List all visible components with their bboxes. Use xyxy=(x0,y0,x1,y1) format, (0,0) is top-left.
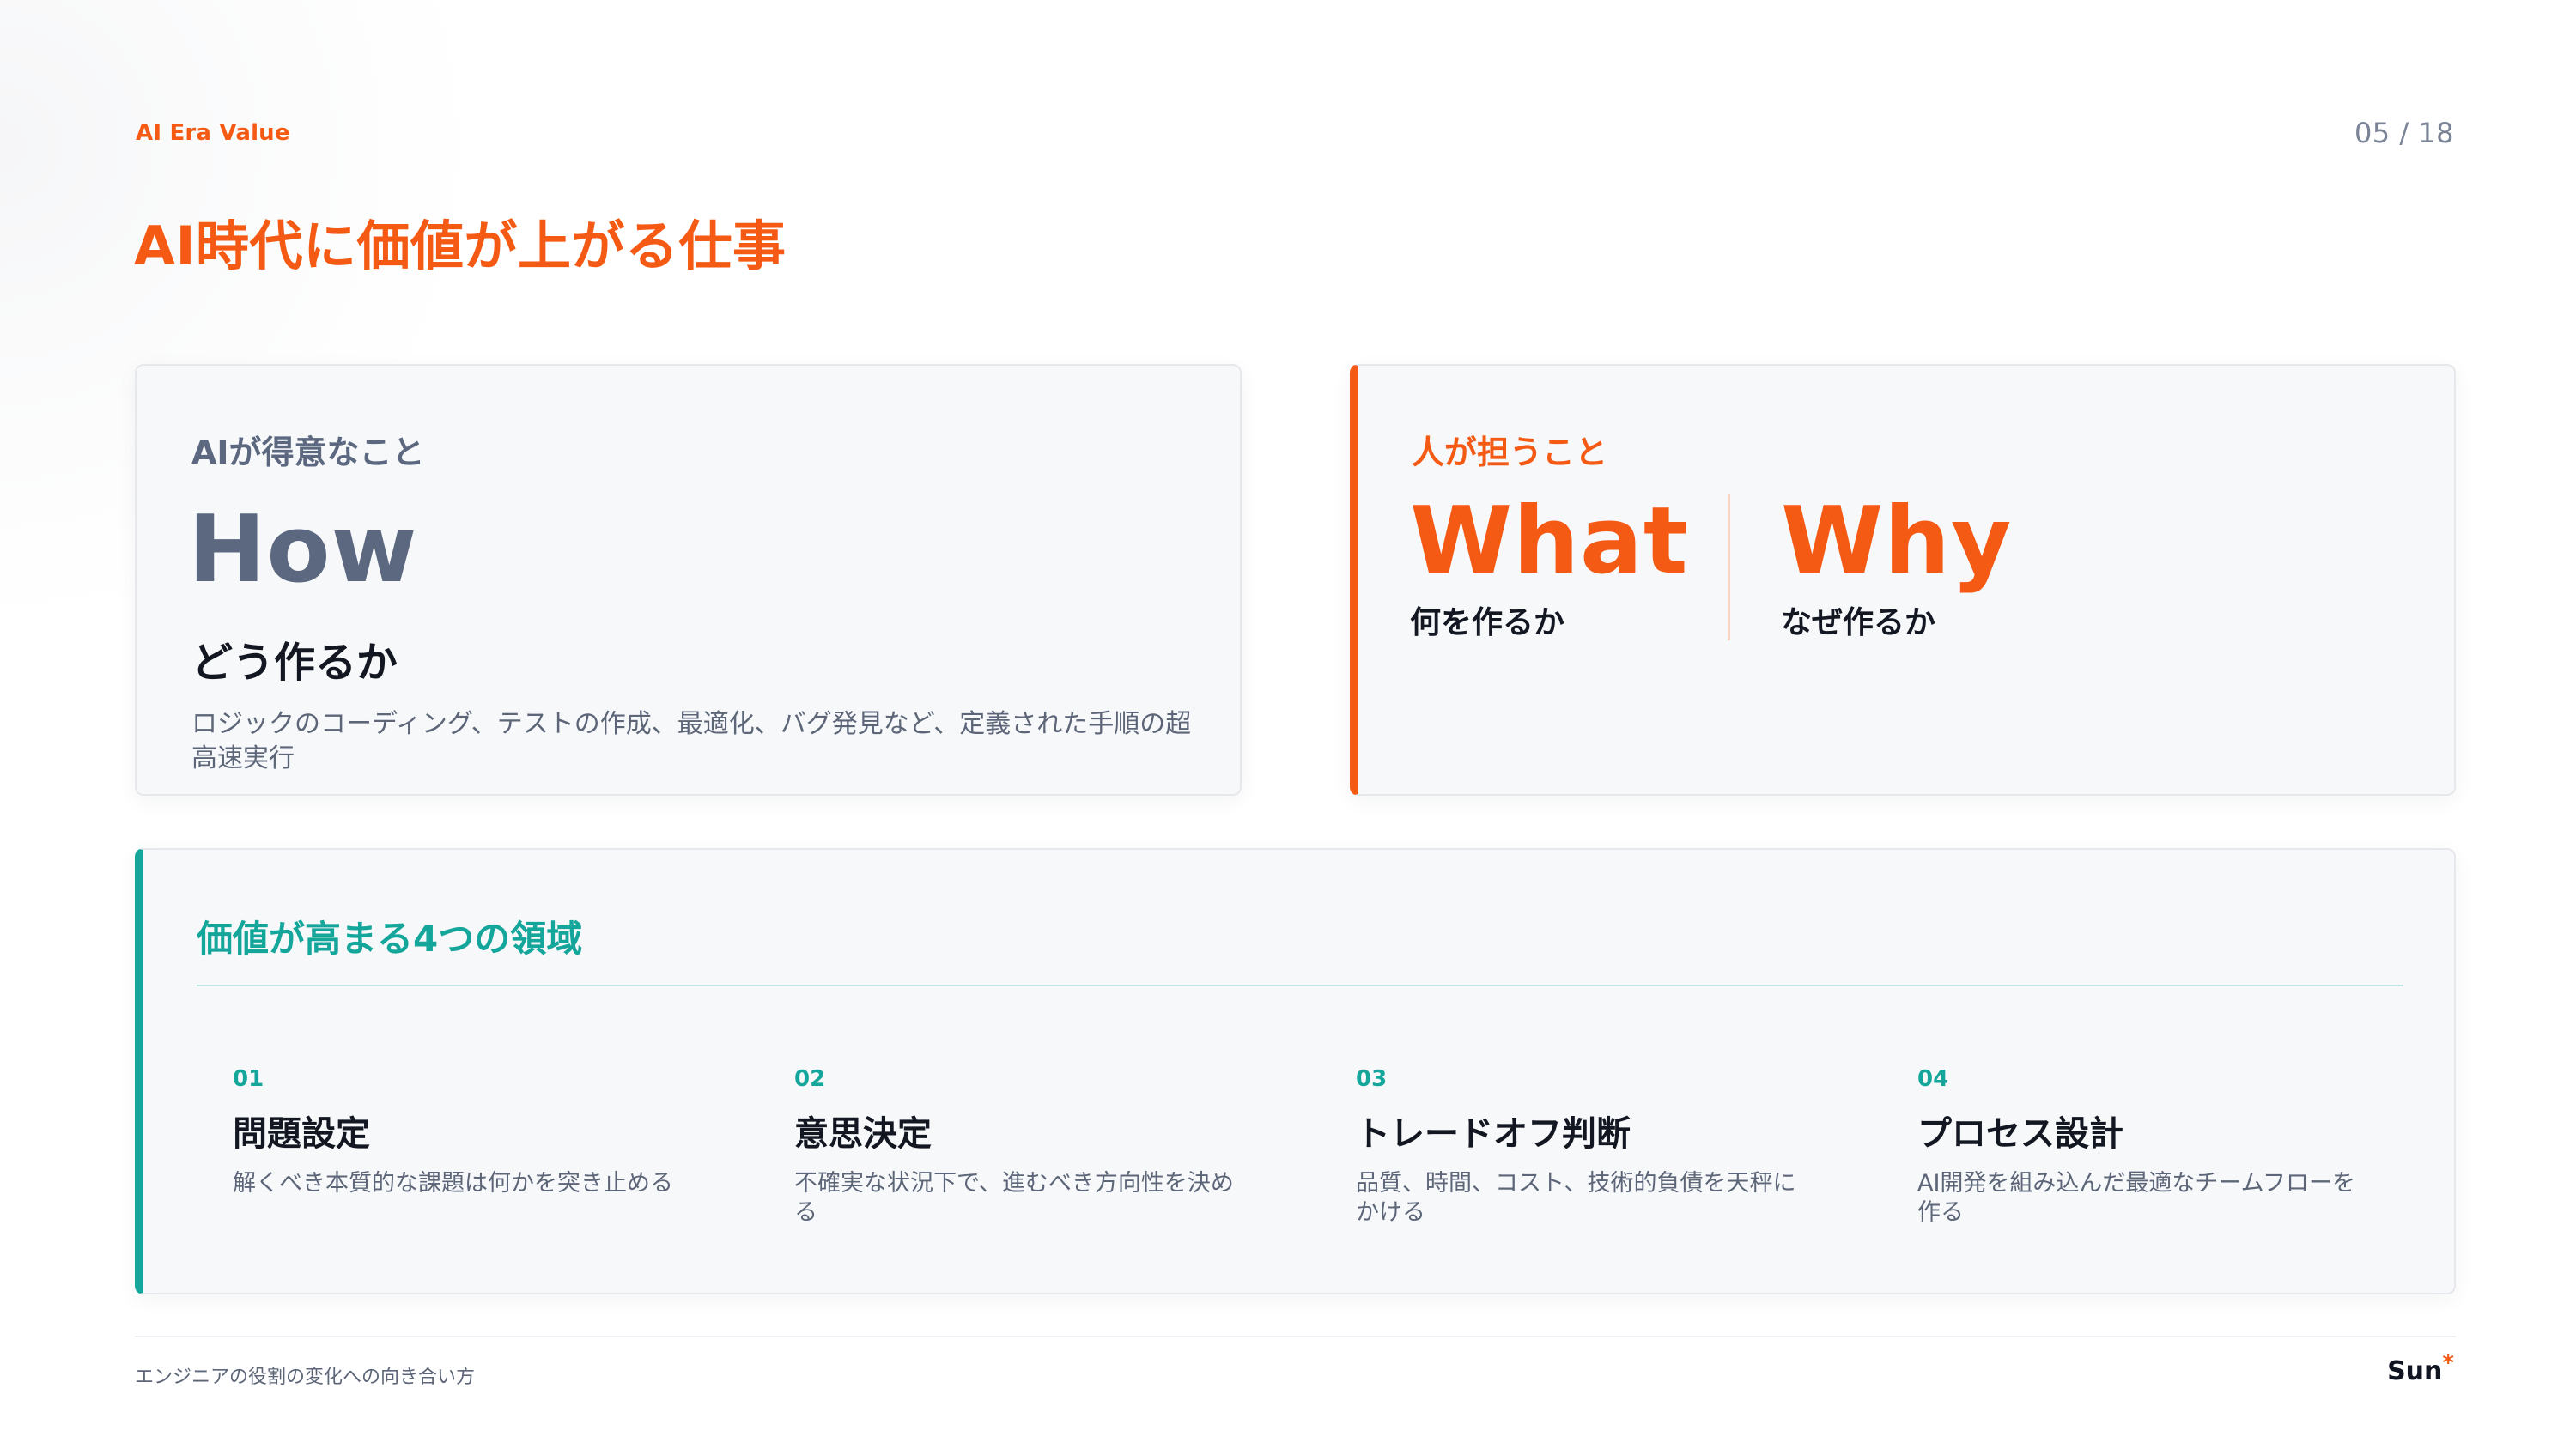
area-item-tradeoff: 03 トレードオフ判断 品質、時間、コスト、技術的負債を天秤にかける xyxy=(1356,1066,1820,1228)
area-title: 意思決定 xyxy=(794,1114,932,1154)
ai-card-subtitle: どう作るか xyxy=(191,639,398,687)
areas-title: 価値が高まる4つの領域 xyxy=(197,918,583,960)
column-divider xyxy=(1728,494,1730,640)
section-eyebrow: AI Era Value xyxy=(136,120,290,146)
area-description: 品質、時間、コスト、技術的負債を天秤にかける xyxy=(1356,1170,1796,1226)
ai-card-keyword: How xyxy=(188,496,418,603)
area-description: 不確実な状況下で、進むべき方向性を決める xyxy=(794,1170,1234,1226)
area-item-process-design: 04 プロセス設計 AI開発を組み込んだ最適なチームフローを作る xyxy=(1917,1066,2381,1228)
brand-name: Sun xyxy=(2387,1356,2443,1386)
footer-divider xyxy=(135,1336,2456,1337)
slide: AI Era Value 05 / 18 AI時代に価値が上がる仕事 AIが得意… xyxy=(0,0,2576,1449)
areas-divider xyxy=(197,985,2403,986)
value-areas-card: 価値が高まる4つの領域 01 問題設定 解くべき本質的な課題は何かを突き止める … xyxy=(135,848,2456,1294)
human-card-label: 人が担うこと xyxy=(1412,433,1608,471)
page-title: AI時代に価値が上がる仕事 xyxy=(134,215,787,277)
area-item-problem-setting: 01 問題設定 解くべき本質的な課題は何かを突き止める xyxy=(233,1066,696,1198)
area-number: 03 xyxy=(1356,1066,1388,1092)
ai-strengths-card: AIが得意なこと How どう作るか ロジックのコーディング、テストの作成、最適… xyxy=(135,364,1242,796)
area-item-decision-making: 02 意思決定 不確実な状況下で、進むべき方向性を決める xyxy=(794,1066,1258,1228)
area-title: 問題設定 xyxy=(233,1114,370,1154)
what-column: What 何を作るか xyxy=(1410,491,1689,642)
brand-star-icon: * xyxy=(2442,1350,2454,1376)
human-role-card: 人が担うこと What 何を作るか Why なぜ作るか xyxy=(1350,364,2456,796)
ai-card-description: ロジックのコーディング、テストの作成、最適化、バグ発見など、定義された手順の超高… xyxy=(191,709,1192,773)
what-keyword: What xyxy=(1410,488,1689,595)
why-column: Why なぜ作るか xyxy=(1781,491,2012,642)
footer-text: エンジニアの役割の変化への向き合い方 xyxy=(135,1367,476,1388)
why-caption: なぜ作るか xyxy=(1781,605,1936,640)
brand-logo: Sun* xyxy=(2387,1352,2454,1386)
area-title: トレードオフ判断 xyxy=(1356,1114,1631,1154)
area-description: AI開発を組み込んだ最適なチームフローを作る xyxy=(1917,1170,2356,1226)
area-number: 04 xyxy=(1917,1066,1949,1092)
page-number: 05 / 18 xyxy=(2354,117,2454,149)
area-number: 01 xyxy=(233,1066,264,1092)
area-number: 02 xyxy=(794,1066,826,1092)
ai-card-label: AIが得意なこと xyxy=(191,433,425,471)
area-description: 解くべき本質的な課題は何かを突き止める xyxy=(233,1170,673,1197)
why-keyword: Why xyxy=(1781,488,2013,595)
what-caption: 何を作るか xyxy=(1410,605,1565,640)
area-title: プロセス設計 xyxy=(1917,1114,2123,1154)
